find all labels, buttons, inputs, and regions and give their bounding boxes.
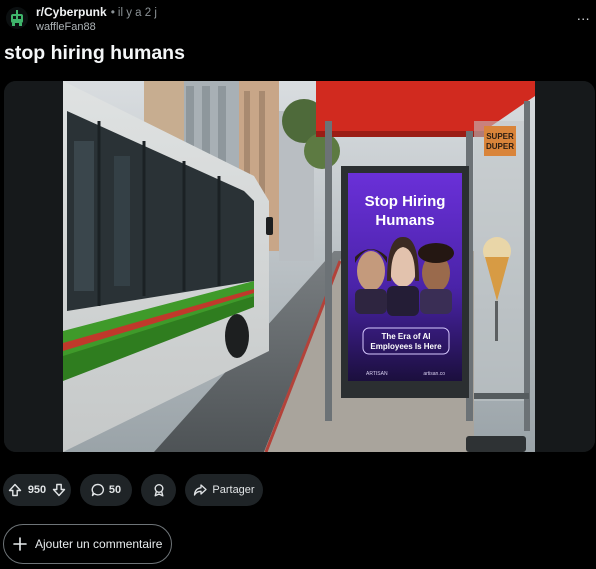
- downvote-icon[interactable]: [52, 483, 66, 497]
- shop-sign-line1: SUPER: [486, 132, 514, 141]
- billboard-headline-1: Stop Hiring: [365, 193, 446, 210]
- meta-separator: •: [110, 5, 115, 19]
- subreddit-line: r/Cyberpunk • il y a 2 j: [36, 5, 157, 19]
- billboard-url: artisan.co: [423, 371, 445, 377]
- post-image[interactable]: SUPER DUPER Stop Hiring Humans The Era o…: [4, 81, 595, 452]
- vote-count: 950: [27, 484, 47, 496]
- comments-button[interactable]: 50: [80, 474, 132, 506]
- billboard-headline-2: Humans: [375, 212, 434, 229]
- post-header: r/Cyberpunk • il y a 2 j waffleFan88 ...: [0, 0, 596, 40]
- share-button[interactable]: Partager: [185, 474, 263, 506]
- more-icon[interactable]: ...: [577, 8, 590, 22]
- plus-icon: [13, 537, 27, 551]
- add-comment-label: Ajouter un commentaire: [35, 537, 163, 551]
- snoo-icon: [6, 7, 28, 29]
- billboard-brand: ARTISAN: [366, 371, 388, 377]
- post-title[interactable]: stop hiring humans: [4, 42, 185, 65]
- post-time: il y a 2 j: [117, 7, 157, 19]
- billboard-tagline-2: Employees Is Here: [370, 342, 442, 351]
- award-button[interactable]: [141, 474, 176, 506]
- vote-control: 950: [3, 474, 71, 506]
- share-label: Partager: [212, 484, 255, 496]
- bus-stop-photo: SUPER DUPER Stop Hiring Humans The Era o…: [4, 81, 595, 452]
- share-icon: [194, 484, 208, 496]
- shop-sign-line2: DUPER: [486, 142, 514, 151]
- add-comment-button[interactable]: Ajouter un commentaire: [3, 524, 172, 564]
- billboard-tagline-1: The Era of AI: [381, 332, 430, 341]
- award-icon: [154, 484, 163, 497]
- subreddit-name[interactable]: r/Cyberpunk: [36, 5, 107, 19]
- post-action-bar: 950 50 Partager: [0, 474, 596, 508]
- comment-count: 50: [108, 484, 122, 496]
- upvote-icon[interactable]: [8, 483, 22, 497]
- post-author[interactable]: waffleFan88: [36, 21, 96, 33]
- subreddit-avatar[interactable]: [6, 7, 28, 29]
- comment-icon: [91, 483, 104, 497]
